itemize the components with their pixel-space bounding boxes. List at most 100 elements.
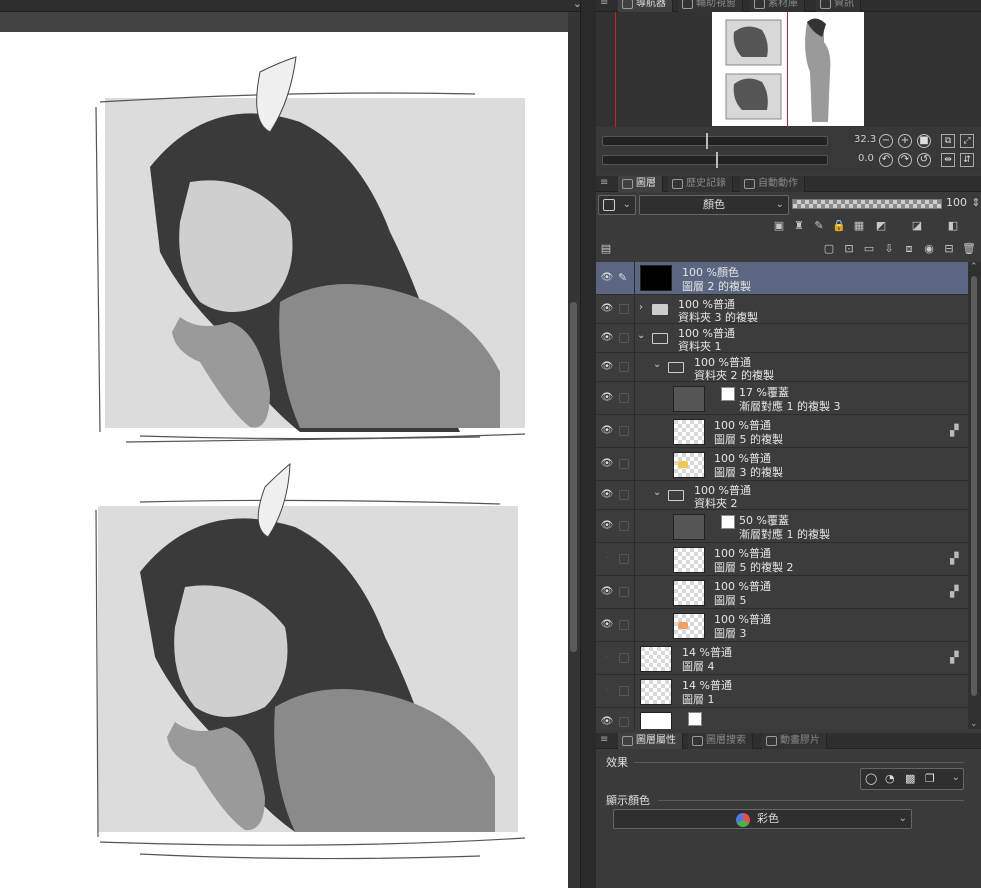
lock-checkbox[interactable] (619, 304, 629, 314)
tab-subview[interactable]: 輔助視窗 (678, 0, 743, 12)
zoom-slider[interactable] (602, 133, 828, 149)
lock-checkbox[interactable] (619, 653, 629, 663)
chevron-down-icon[interactable]: ⌄ (952, 769, 960, 787)
eye-icon[interactable]: 👁 (600, 619, 614, 631)
tab-layer-search[interactable]: 圖層搜索 (688, 733, 753, 749)
rotate-right-icon[interactable]: ↷ (898, 153, 912, 167)
tab-animation-cels[interactable]: 動畫膠片 (762, 733, 827, 749)
layer-row[interactable]: 👁 100 %普通 圖層 3 的複製 (596, 448, 968, 481)
layer-row[interactable]: 👁 100 %普通 圖層 5 的複製 ▞ (596, 415, 968, 448)
tab-info[interactable]: 資訊 (816, 0, 861, 12)
tone-effect-icon[interactable]: ▩ (905, 770, 915, 788)
scrollbar-thumb[interactable] (971, 276, 977, 696)
layer-row-folder[interactable]: 👁 › 100 %普通 資料夾 3 的複製 (596, 295, 968, 324)
menu-icon[interactable]: ≡ (600, 0, 612, 9)
zoom-in-icon[interactable]: + (898, 134, 912, 148)
navigator-thumbnail[interactable] (712, 12, 864, 126)
tab-material[interactable]: 素材庫 (750, 0, 805, 12)
display-color-dropdown[interactable]: 彩色 ⌄ (613, 809, 912, 829)
eye-icon[interactable]: 👁 (600, 458, 614, 470)
chevron-right-icon[interactable]: › (639, 302, 643, 313)
eye-icon[interactable]: 👁 (600, 520, 614, 532)
eye-icon[interactable]: 👁 (600, 716, 614, 728)
draft-layer-icon[interactable]: ✎ (812, 219, 826, 233)
new-folder-icon[interactable]: ▭ (862, 242, 876, 256)
create-mask-icon[interactable]: ◉ (922, 242, 936, 256)
scroll-down-icon[interactable]: ⌄ (970, 719, 978, 729)
layer-row[interactable]: 👁 ✎ 100 %顏色 圖層 2 的複製 (596, 262, 968, 295)
clipping-icon[interactable]: ▣ (772, 219, 786, 233)
chevron-down-icon[interactable]: ⌄ (653, 359, 661, 370)
canvas-vertical-scrollbar[interactable] (568, 12, 580, 888)
reset-rotation-icon[interactable]: ↺ (917, 153, 931, 167)
zoom-slider-knob[interactable] (706, 133, 708, 149)
tab-layer-property[interactable]: 圖層屬性 (618, 733, 683, 749)
layer-list[interactable]: 👁 ✎ 100 %顏色 圖層 2 的複製 👁 › 100 %普通 資料夾 3 的… (596, 262, 968, 729)
reference-layer-icon[interactable]: ♜ (792, 219, 806, 233)
lock-checkbox[interactable] (619, 717, 629, 727)
border-effect-icon[interactable]: ◯ (865, 770, 877, 788)
layer-color-dropdown[interactable]: ⌄ (598, 195, 636, 215)
extract-line-icon[interactable]: ◔ (885, 770, 895, 788)
eye-icon[interactable]: 👁 (600, 272, 614, 284)
layer-row-folder[interactable]: 👁 ⌄ 100 %普通 資料夾 2 (596, 481, 968, 510)
eye-icon[interactable]: 👁 (600, 489, 614, 501)
lock-checkbox[interactable] (619, 459, 629, 469)
eye-icon[interactable]: 👁 (600, 332, 614, 344)
opacity-stepper-icon[interactable]: ⇕ (969, 196, 981, 210)
transfer-down-icon[interactable]: ⇩ (882, 242, 896, 256)
lock-icon[interactable]: 🔒 (832, 219, 846, 233)
lock-checkbox[interactable] (619, 521, 629, 531)
panel-splitter[interactable] (580, 0, 596, 888)
fit-window-icon[interactable]: ⤢ (960, 134, 974, 148)
layer-color-swatch-icon[interactable]: ◧ (946, 219, 960, 233)
flip-horizontal-icon[interactable]: ⇹ (941, 153, 955, 167)
eye-hidden-icon[interactable]: · (600, 652, 614, 664)
eye-icon[interactable]: 👁 (600, 586, 614, 598)
chevron-down-icon[interactable]: ⌄ (637, 330, 645, 341)
eye-icon[interactable]: 👁 (600, 425, 614, 437)
mask-enable-icon[interactable]: ◩ (874, 219, 888, 233)
eye-icon[interactable]: 👁 (600, 303, 614, 315)
scroll-up-icon[interactable]: ⌃ (970, 262, 978, 272)
layer-color-effect-icon[interactable]: ❐ (925, 770, 935, 788)
rotate-slider[interactable] (602, 152, 828, 168)
tab-auto-action[interactable]: 自動動作 (740, 176, 805, 192)
layer-row[interactable]: · 14 %普通 圖層 1 (596, 675, 968, 708)
canvas-area[interactable]: ⌄ (0, 0, 596, 888)
merge-down-icon[interactable]: ⧈ (902, 242, 916, 256)
apply-mask-icon[interactable]: ⊟ (942, 242, 956, 256)
layer-row[interactable]: 👁 100 %普通 圖層 5 ▞ (596, 576, 968, 609)
blend-mode-dropdown[interactable]: 顏色 ⌄ (639, 195, 789, 215)
lock-checkbox[interactable] (619, 333, 629, 343)
layer-row-paper[interactable]: 👁 (596, 708, 968, 729)
lock-checkbox[interactable] (619, 393, 629, 403)
tab-navigator[interactable]: 導航器 (618, 0, 673, 12)
layer-list-scrollbar[interactable]: ⌃ ⌄ (968, 262, 981, 729)
ruler-icon[interactable]: ◪ (910, 219, 924, 233)
layer-row[interactable]: 👁 17 %覆蓋 漸層對應 1 的複製 3 (596, 382, 968, 415)
lock-checkbox[interactable] (619, 490, 629, 500)
menu-icon[interactable]: ≡ (600, 734, 612, 746)
chevron-down-icon[interactable]: ⌄ (653, 487, 661, 498)
eye-icon[interactable]: 👁 (600, 361, 614, 373)
lock-checkbox[interactable] (619, 554, 629, 564)
layer-row[interactable]: 👁 100 %普通 圖層 3 (596, 609, 968, 642)
lock-checkbox[interactable] (619, 587, 629, 597)
layer-row[interactable]: 👁 50 %覆蓋 漸層對應 1 的複製 (596, 510, 968, 543)
delete-layer-icon[interactable]: 🗑 (962, 242, 976, 256)
menu-icon[interactable]: ≡ (600, 177, 612, 189)
eye-icon[interactable]: 👁 (600, 392, 614, 404)
opacity-value[interactable]: 100 (946, 196, 967, 209)
layer-panel-menu-icon[interactable]: ▤ (599, 242, 613, 256)
new-vector-layer-icon[interactable]: ⊡ (842, 242, 856, 256)
lock-checkbox[interactable] (619, 426, 629, 436)
lock-checkbox[interactable] (619, 620, 629, 630)
lock-checkbox[interactable] (619, 686, 629, 696)
eye-hidden-icon[interactable]: · (600, 553, 614, 565)
opacity-slider[interactable] (792, 199, 942, 209)
actual-size-icon[interactable]: ⧉ (941, 134, 955, 148)
zoom-out-icon[interactable]: − (879, 134, 893, 148)
flip-vertical-icon[interactable]: ⇵ (960, 153, 974, 167)
layer-row[interactable]: · 14 %普通 圖層 4 ▞ (596, 642, 968, 675)
